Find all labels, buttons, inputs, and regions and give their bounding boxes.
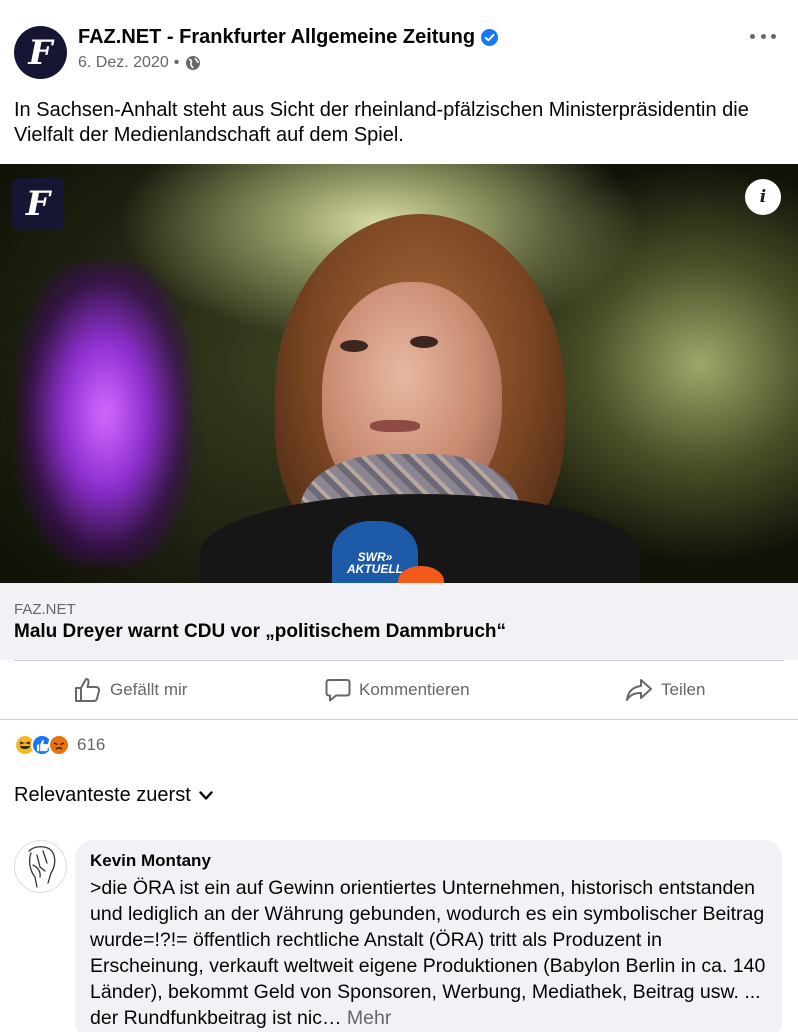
link-caption[interactable]: FAZ.NET Malu Dreyer warnt CDU vor „polit… [0, 583, 798, 660]
angry-reaction-icon [48, 734, 70, 756]
globe-icon[interactable] [185, 55, 201, 71]
page-name[interactable]: FAZ.NET - Frankfurter Allgemeine Zeitung [78, 26, 475, 49]
info-icon[interactable]: i [745, 179, 781, 215]
reaction-count: 616 [77, 735, 106, 754]
post-date[interactable]: 6. Dez. 2020 [78, 54, 169, 72]
more-dot [750, 33, 755, 39]
person-mouth [370, 420, 420, 432]
faz-logo-glyph: F [25, 184, 51, 224]
like-button[interactable]: Gefällt mir [74, 661, 187, 719]
more-dot [771, 33, 776, 39]
action-bar: Gefällt mir Kommentieren Teilen [0, 661, 798, 719]
person-eye [340, 340, 368, 352]
page-name-row: FAZ.NET - Frankfurter Allgemeine Zeitung [78, 26, 499, 49]
post-header: F FAZ.NET - Frankfurter Allgemeine Zeitu… [0, 0, 798, 92]
person-eye [410, 336, 438, 348]
chevron-down-icon [199, 790, 213, 800]
faz-logo-glyph: F [28, 32, 53, 73]
verified-badge-icon [481, 29, 499, 46]
link-domain: FAZ.NET [14, 601, 76, 618]
comment-button[interactable]: Kommentieren [325, 661, 470, 719]
share-icon [626, 679, 652, 701]
comment-bubble: Kevin Montany >die ÖRA ist ein auf Gewin… [75, 840, 782, 1032]
more-dot [760, 33, 766, 39]
comment-author[interactable]: Kevin Montany [90, 851, 211, 871]
share-label: Teilen [661, 680, 706, 699]
link-preview-image[interactable]: SWR» AKTUELL F i [0, 164, 798, 583]
sort-label: Relevanteste zuerst [14, 784, 191, 806]
comment-text: >die ÖRA ist ein auf Gewinn orientiertes… [90, 875, 770, 1031]
post-text: In Sachsen-Anhalt steht aus Sicht der rh… [14, 99, 749, 146]
divider [0, 719, 798, 720]
link-title: Malu Dreyer warnt CDU vor „politischem D… [14, 621, 506, 642]
comment-icon [325, 679, 351, 702]
thumb-icon [36, 739, 48, 751]
more-options-icon[interactable] [750, 24, 776, 48]
like-label: Gefällt mir [110, 680, 188, 699]
sketch-face-icon [28, 846, 56, 888]
post-meta: 6. Dez. 2020 • [78, 54, 201, 72]
comment-label: Kommentieren [359, 680, 470, 699]
comment-sort-dropdown[interactable]: Relevanteste zuerst [14, 784, 213, 807]
see-more-link[interactable]: Mehr [347, 1007, 391, 1029]
background-light [20, 264, 190, 564]
thumbs-up-icon [75, 678, 101, 702]
meta-separator: • [173, 54, 180, 71]
comment-body-text: >die ÖRA ist ein auf Gewinn orientiertes… [90, 877, 766, 1029]
image-faz-logo: F [12, 178, 64, 230]
share-button[interactable]: Teilen [625, 661, 705, 719]
page-avatar[interactable]: F [14, 26, 67, 79]
commenter-avatar[interactable] [14, 840, 67, 893]
angry-face-icon [53, 742, 65, 750]
reactions-summary[interactable]: 616 [14, 734, 105, 756]
